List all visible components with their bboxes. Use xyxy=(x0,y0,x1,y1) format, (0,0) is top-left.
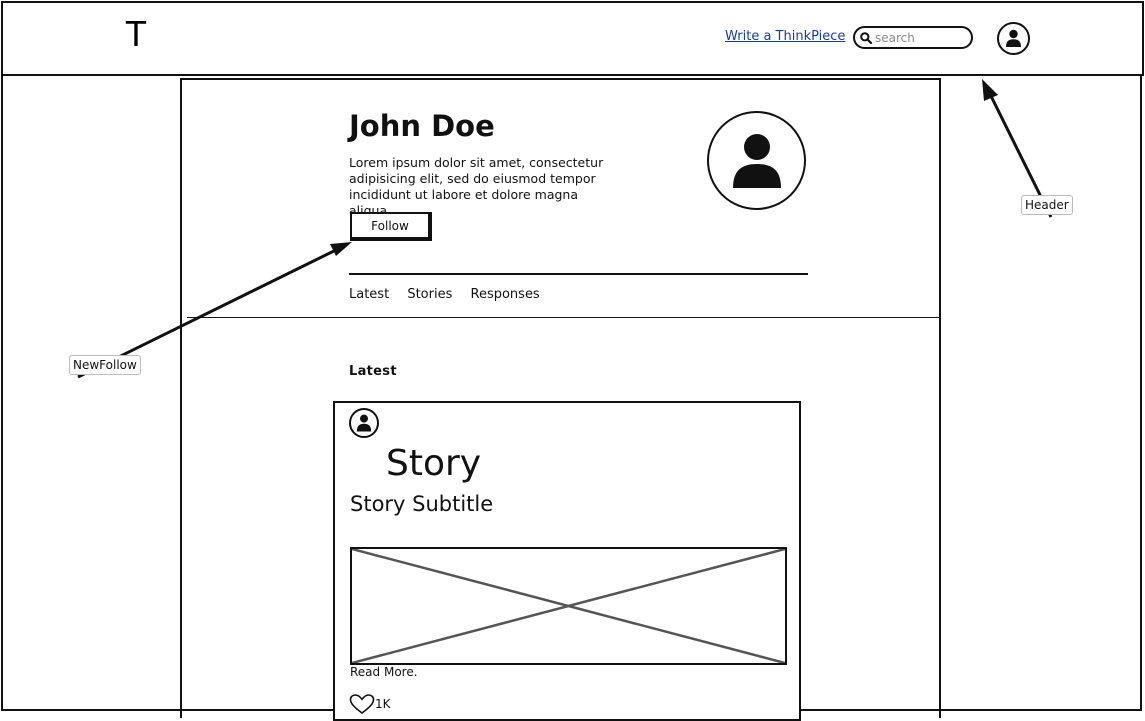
tab-responses[interactable]: Responses xyxy=(471,287,540,302)
story-image-placeholder xyxy=(350,547,787,665)
tab-stories[interactable]: Stories xyxy=(407,287,452,302)
image-placeholder-icon xyxy=(352,549,785,663)
write-thinkpiece-link[interactable]: Write a ThinkPiece xyxy=(725,29,845,44)
follow-button[interactable]: Follow xyxy=(350,212,432,241)
header-annotation: Header xyxy=(1021,195,1073,215)
section-divider xyxy=(187,317,941,318)
header-user-avatar[interactable] xyxy=(997,22,1030,55)
user-icon xyxy=(1006,29,1021,47)
heart-icon xyxy=(349,694,375,714)
profile-avatar xyxy=(707,111,806,210)
user-icon xyxy=(356,414,372,432)
profile-tabs: Latest Stories Responses xyxy=(349,287,554,302)
search-box[interactable] xyxy=(853,26,973,49)
follow-annotation: NewFollow xyxy=(69,355,141,375)
feed-heading: Latest xyxy=(349,364,397,379)
tab-latest[interactable]: Latest xyxy=(349,287,389,302)
story-author-avatar[interactable] xyxy=(349,408,379,438)
profile-bio: Lorem ipsum dolor sit amet, consectetur … xyxy=(349,155,604,218)
profile-name: John Doe xyxy=(349,109,495,143)
logo[interactable]: T xyxy=(125,14,147,54)
profile-divider xyxy=(349,273,808,275)
user-icon xyxy=(733,134,781,188)
search-input[interactable] xyxy=(875,29,967,46)
story-subtitle: Story Subtitle xyxy=(350,492,494,516)
story-title[interactable]: Story xyxy=(386,441,481,487)
read-more-link[interactable]: Read More. xyxy=(350,665,418,679)
search-icon xyxy=(860,32,872,44)
like-count: 1K xyxy=(375,697,391,711)
